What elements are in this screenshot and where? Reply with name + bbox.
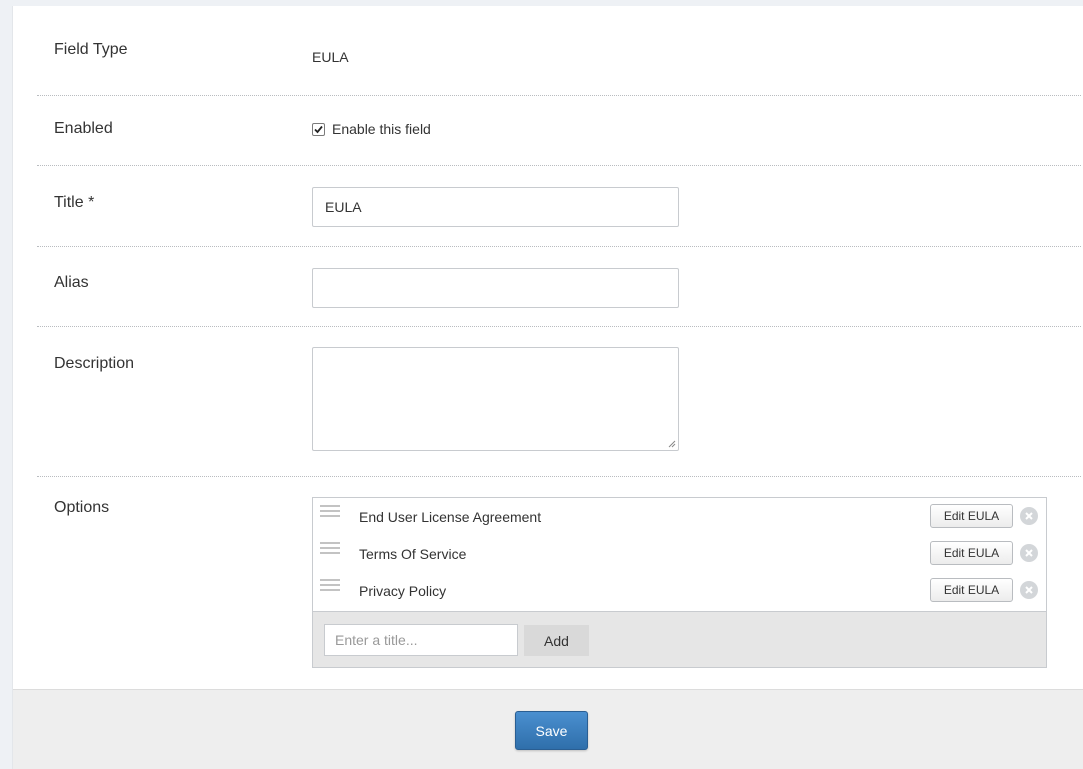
checkmark-icon: [314, 125, 323, 134]
alias-label: Alias: [54, 274, 89, 291]
drag-handle-icon[interactable]: [320, 503, 340, 519]
enabled-row: Enabled Enable this field: [37, 96, 1081, 166]
options-label: Options: [54, 499, 110, 516]
title-label: Title *: [54, 194, 95, 211]
remove-option-icon[interactable]: [1020, 544, 1038, 562]
add-option-bar: Add: [313, 611, 1046, 667]
field-type-value: EULA: [312, 49, 349, 65]
description-wrapper: [312, 347, 679, 451]
option-label: End User License Agreement: [359, 509, 542, 525]
option-label: Privacy Policy: [359, 583, 447, 599]
option-item: Privacy Policy Edit EULA: [313, 573, 1046, 609]
form-footer: Save: [13, 689, 1083, 769]
title-input[interactable]: [312, 187, 679, 227]
close-icon: [1025, 586, 1033, 594]
field-editor-panel: Field Type EULA Enabled Enable this fiel…: [12, 6, 1083, 769]
field-type-label: Field Type: [54, 41, 128, 58]
description-row: Description: [37, 327, 1081, 477]
edit-eula-button[interactable]: Edit EULA: [930, 504, 1013, 528]
title-row: Title *: [37, 166, 1081, 247]
edit-eula-button[interactable]: Edit EULA: [930, 578, 1013, 602]
field-type-row: Field Type EULA: [37, 6, 1081, 96]
edit-eula-button[interactable]: Edit EULA: [930, 541, 1013, 565]
alias-row: Alias: [37, 247, 1081, 327]
option-item: End User License Agreement Edit EULA: [313, 499, 1046, 535]
option-label: Terms Of Service: [359, 546, 467, 562]
new-option-title-input[interactable]: [324, 624, 518, 656]
options-list: End User License Agreement Edit EULA Ter…: [312, 497, 1047, 668]
add-option-button[interactable]: Add: [524, 625, 589, 656]
remove-option-icon[interactable]: [1020, 507, 1038, 525]
description-label: Description: [54, 355, 135, 372]
alias-input[interactable]: [312, 268, 679, 308]
remove-option-icon[interactable]: [1020, 581, 1038, 599]
description-textarea[interactable]: [312, 347, 679, 451]
option-item: Terms Of Service Edit EULA: [313, 536, 1046, 572]
enable-field-checkbox[interactable]: [312, 123, 325, 136]
drag-handle-icon[interactable]: [320, 577, 340, 593]
drag-handle-icon[interactable]: [320, 540, 340, 556]
close-icon: [1025, 512, 1033, 520]
save-button[interactable]: Save: [515, 711, 588, 750]
close-icon: [1025, 549, 1033, 557]
enabled-label: Enabled: [54, 120, 113, 137]
enable-field-label[interactable]: Enable this field: [332, 121, 431, 137]
